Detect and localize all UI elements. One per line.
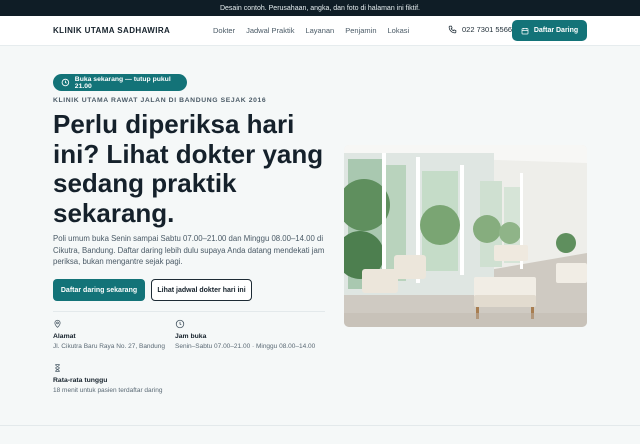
open-status-badge: Buka sekarang — tutup pukul 21.00 (53, 74, 187, 91)
register-online-button[interactable]: Daftar daring sekarang (53, 279, 145, 301)
register-online-nav-label: Daftar Daring (533, 27, 579, 34)
clinic-waiting-room-photo (344, 145, 587, 327)
section-divider (0, 425, 640, 426)
wait-detail: 18 menit untuk pasien terdaftar daring (53, 387, 163, 394)
wait-title: Rata-rata tunggu (53, 377, 108, 384)
location-pin-icon (54, 319, 61, 328)
hours-detail: Senin–Sabtu 07.00–21.00 · Minggu 08.00–1… (175, 343, 316, 350)
demo-notice-bar: Desain contoh. Perusahaan, angka, dan fo… (0, 0, 640, 16)
register-online-nav-button[interactable]: Daftar Daring (512, 20, 587, 41)
hourglass-icon (55, 364, 60, 372)
phone-number: 022 7301 5566 (462, 25, 513, 34)
main-navbar: KLINIK UTAMA SADHAWIRA Dokter Jadwal Pra… (0, 16, 640, 46)
nav-item-penjamin[interactable]: Penjamin (345, 26, 376, 35)
nav-item-layanan[interactable]: Layanan (305, 26, 334, 35)
info-address: Alamat Jl. Cikutra Baru Raya No. 27, Ban… (53, 319, 165, 350)
clinic-eyebrow: KLINIK UTAMA RAWAT JALAN DI BANDUNG SEJA… (53, 97, 267, 104)
view-schedule-button[interactable]: Lihat jadwal dokter hari ini (151, 279, 252, 301)
info-divider (53, 311, 325, 312)
calendar-icon (521, 27, 529, 34)
clock-icon (61, 78, 70, 87)
nav-menu: Dokter Jadwal Praktik Layanan Penjamin L… (213, 26, 409, 35)
nav-item-lokasi[interactable]: Lokasi (388, 26, 410, 35)
page-title: Perlu diperiksa hari ini? Lihat dokter y… (53, 109, 324, 228)
address-title: Alamat (53, 333, 76, 340)
info-hours: Jam buka Senin–Sabtu 07.00–21.00 · Mingg… (175, 319, 315, 350)
info-wait-time: Rata-rata tunggu 18 menit untuk pasien t… (53, 363, 162, 394)
hours-title: Jam buka (175, 333, 207, 340)
nav-item-jadwal-praktik[interactable]: Jadwal Praktik (246, 26, 294, 35)
hero-description: Poli umum buka Senin sampai Sabtu 07.00–… (53, 234, 325, 266)
open-status-text: Buka sekarang — tutup pukul 21.00 (74, 75, 171, 90)
phone-icon (448, 25, 457, 34)
address-detail: Jl. Cikutra Baru Raya No. 27, Bandung (53, 343, 166, 350)
nav-item-dokter[interactable]: Dokter (213, 26, 235, 35)
phone-link[interactable]: 022 7301 5566 (448, 25, 512, 34)
brand-logo[interactable]: KLINIK UTAMA SADHAWIRA (53, 26, 170, 35)
clock-icon (175, 319, 185, 329)
demo-notice-text: Desain contoh. Perusahaan, angka, dan fo… (219, 4, 421, 12)
